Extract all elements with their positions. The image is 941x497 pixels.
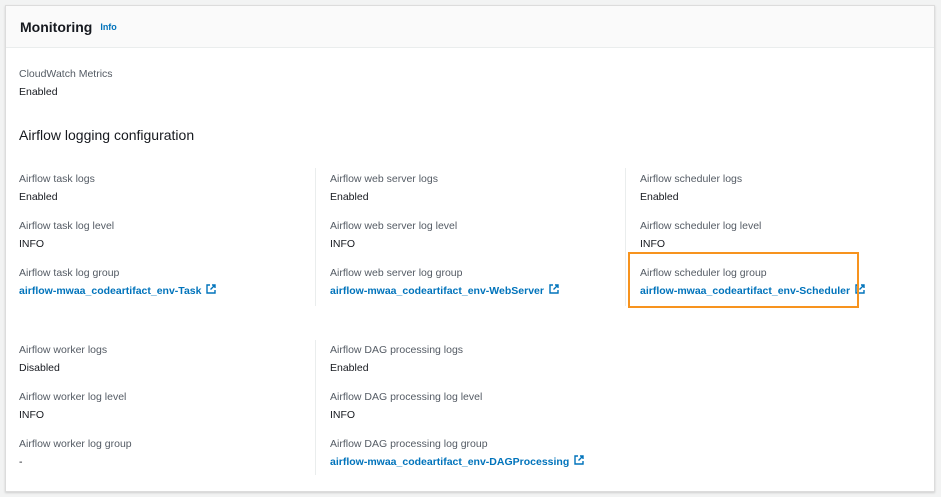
field-label: Airflow task log group bbox=[19, 267, 120, 279]
field-label: Airflow web server logs bbox=[330, 173, 438, 185]
field-label: Airflow worker log level bbox=[19, 391, 127, 403]
field-value: Enabled bbox=[19, 191, 58, 203]
field-value: INFO bbox=[330, 238, 356, 250]
field-label: Airflow DAG processing log level bbox=[330, 391, 483, 403]
column-divider bbox=[315, 168, 316, 306]
external-link-icon bbox=[549, 284, 559, 298]
field: Airflow DAG processing logs Enabled bbox=[330, 343, 620, 375]
panel-header: Monitoring Info bbox=[6, 6, 934, 48]
field-value: INFO bbox=[640, 238, 666, 250]
field: Airflow web server logs Enabled bbox=[330, 172, 620, 204]
link-text: airflow-mwaa_codeartifact_env-WebServer bbox=[330, 285, 544, 297]
field: Airflow scheduler log level INFO bbox=[640, 219, 930, 251]
field-label: Airflow task logs bbox=[19, 173, 95, 185]
field: Airflow task log group airflow-mwaa_codea… bbox=[19, 266, 309, 299]
dag-processing-logs-column: Airflow DAG processing logs Enabled Airflo… bbox=[330, 343, 620, 485]
external-link-icon bbox=[574, 455, 584, 469]
field-value: INFO bbox=[330, 409, 356, 421]
field-value: - bbox=[19, 456, 23, 468]
highlight-box bbox=[628, 252, 859, 308]
field: Airflow DAG processing log level INFO bbox=[330, 390, 620, 422]
webserver-logs-column: Airflow web server logs Enabled Airflow we… bbox=[330, 172, 620, 314]
field: Airflow worker log level INFO bbox=[19, 390, 309, 422]
field-label: Airflow scheduler log level bbox=[640, 220, 762, 232]
field-label: CloudWatch Metrics bbox=[19, 68, 113, 80]
link-text: airflow-mwaa_codeartifact_env-Task bbox=[19, 285, 202, 297]
field-label: Airflow DAG processing logs bbox=[330, 344, 464, 356]
field-label: Airflow web server log level bbox=[330, 220, 458, 232]
field: Airflow DAG processing log group airflow-… bbox=[330, 437, 620, 470]
field-label: Airflow worker logs bbox=[19, 344, 108, 356]
column-divider bbox=[315, 340, 316, 475]
panel-title: Monitoring bbox=[20, 18, 93, 35]
field-label: Airflow DAG processing log group bbox=[330, 438, 488, 450]
column-divider bbox=[625, 168, 626, 306]
field-value: Enabled bbox=[19, 86, 58, 98]
field-label: Airflow web server log group bbox=[330, 267, 463, 279]
cloudwatch-metrics-field: CloudWatch Metrics Enabled bbox=[19, 67, 113, 99]
field-label: Airflow task log level bbox=[19, 220, 115, 232]
field: Airflow task log level INFO bbox=[19, 219, 309, 251]
field-value: Enabled bbox=[330, 362, 369, 374]
field-value: INFO bbox=[19, 238, 45, 250]
section-title: Airflow logging configuration bbox=[19, 127, 195, 143]
task-logs-column: Airflow task logs Enabled Airflow task log… bbox=[19, 172, 309, 314]
field: Airflow web server log level INFO bbox=[330, 219, 620, 251]
field-label: Airflow worker log group bbox=[19, 438, 132, 450]
worker-logs-column: Airflow worker logs Disabled Airflow worke… bbox=[19, 343, 309, 484]
field: Airflow worker log group - bbox=[19, 437, 309, 469]
field-value: INFO bbox=[19, 409, 45, 421]
field-value: Disabled bbox=[19, 362, 60, 374]
field: Airflow task logs Enabled bbox=[19, 172, 309, 204]
log-group-link[interactable]: airflow-mwaa_codeartifact_env-DAGProcess… bbox=[330, 455, 584, 469]
log-group-link[interactable]: airflow-mwaa_codeartifact_env-WebServer bbox=[330, 284, 559, 298]
field-label: Airflow scheduler logs bbox=[640, 173, 743, 185]
info-link[interactable]: Info bbox=[100, 22, 117, 32]
link-text: airflow-mwaa_codeartifact_env-DAGProcess… bbox=[330, 456, 570, 468]
log-group-link[interactable]: airflow-mwaa_codeartifact_env-Task bbox=[19, 284, 217, 298]
field: Airflow worker logs Disabled bbox=[19, 343, 309, 375]
field-value: Enabled bbox=[330, 191, 369, 203]
field: Airflow scheduler logs Enabled bbox=[640, 172, 930, 204]
field-value: Enabled bbox=[640, 191, 679, 203]
field: Airflow web server log group airflow-mwaa… bbox=[330, 266, 620, 299]
external-link-icon bbox=[206, 284, 217, 298]
